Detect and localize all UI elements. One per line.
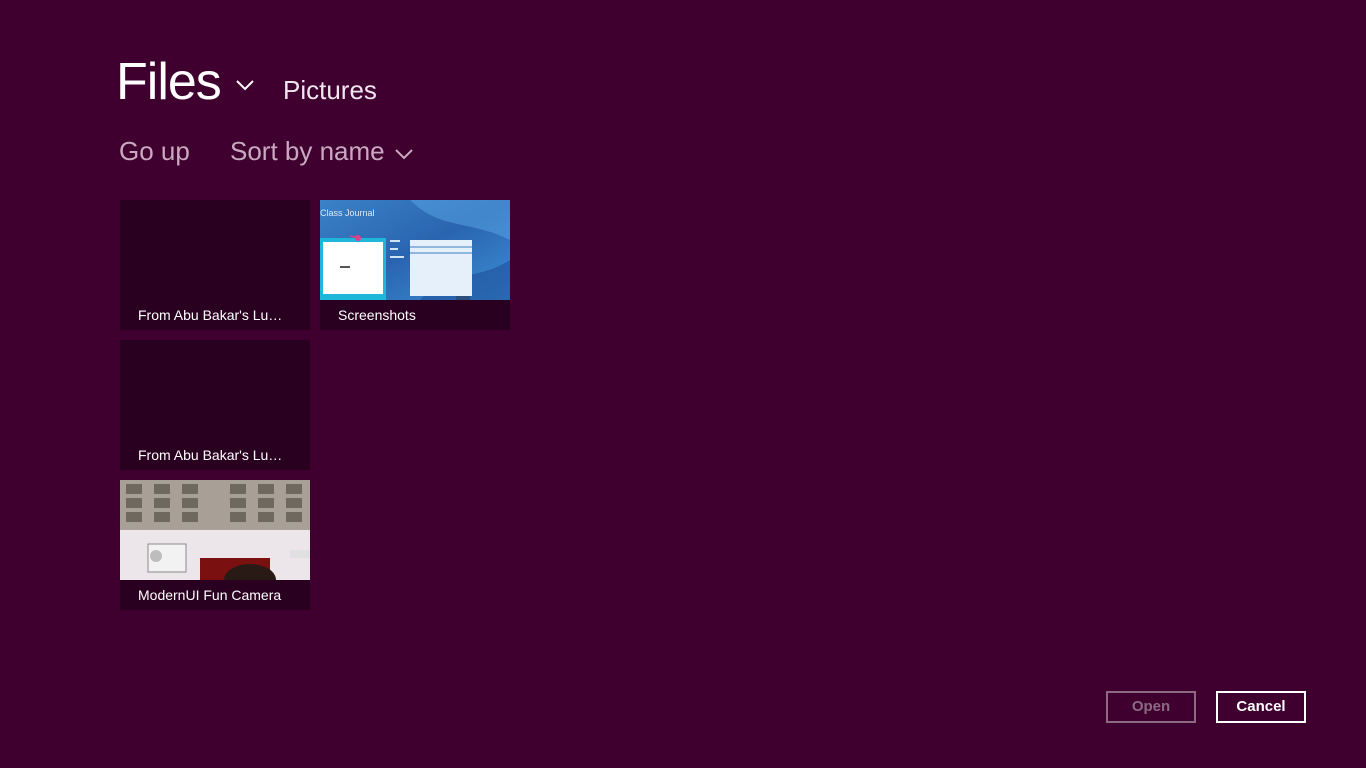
sort-by-button[interactable]: Sort by name [230, 134, 385, 168]
app-title: Files [116, 53, 222, 111]
tile-label-bar: Screenshots [320, 300, 510, 330]
folder-tile[interactable]: From Abu Bakar's Lu… [120, 340, 310, 470]
chevron-down-icon[interactable] [393, 143, 415, 165]
tile-label-bar: From Abu Bakar's Lu… [120, 440, 310, 470]
camera-photo-image [120, 480, 310, 580]
tile-label-bar: From Abu Bakar's Lu… [120, 300, 310, 330]
thumbnail-caption: Class Journal [320, 208, 375, 218]
tile-label: From Abu Bakar's Lu… [138, 307, 283, 323]
open-button[interactable]: Open [1106, 691, 1196, 723]
camera-photo-thumbnail [120, 480, 310, 580]
tile-label: From Abu Bakar's Lu… [138, 447, 283, 463]
folder-thumbnail [120, 340, 310, 440]
tile-label: ModernUI Fun Camera [138, 587, 282, 603]
folder-tile[interactable]: ModernUI Fun Camera [120, 480, 310, 610]
tile-label: Screenshots [338, 307, 416, 323]
folder-tile[interactable]: Class Journal Screenshots [320, 200, 510, 330]
tile-label-bar: ModernUI Fun Camera [120, 580, 310, 610]
chevron-down-icon[interactable] [233, 73, 257, 97]
screenshot-thumbnail: Class Journal [320, 200, 510, 300]
screenshot-thumbnail-image: Class Journal [320, 200, 510, 300]
folder-tile[interactable]: From Abu Bakar's Lu… [120, 200, 310, 330]
location-label[interactable]: Pictures [283, 73, 377, 107]
folder-thumbnail [120, 200, 310, 300]
file-picker-page: Files Pictures Go up Sort by name From A… [0, 0, 1366, 768]
cancel-button[interactable]: Cancel [1216, 691, 1306, 723]
go-up-button[interactable]: Go up [119, 134, 190, 168]
